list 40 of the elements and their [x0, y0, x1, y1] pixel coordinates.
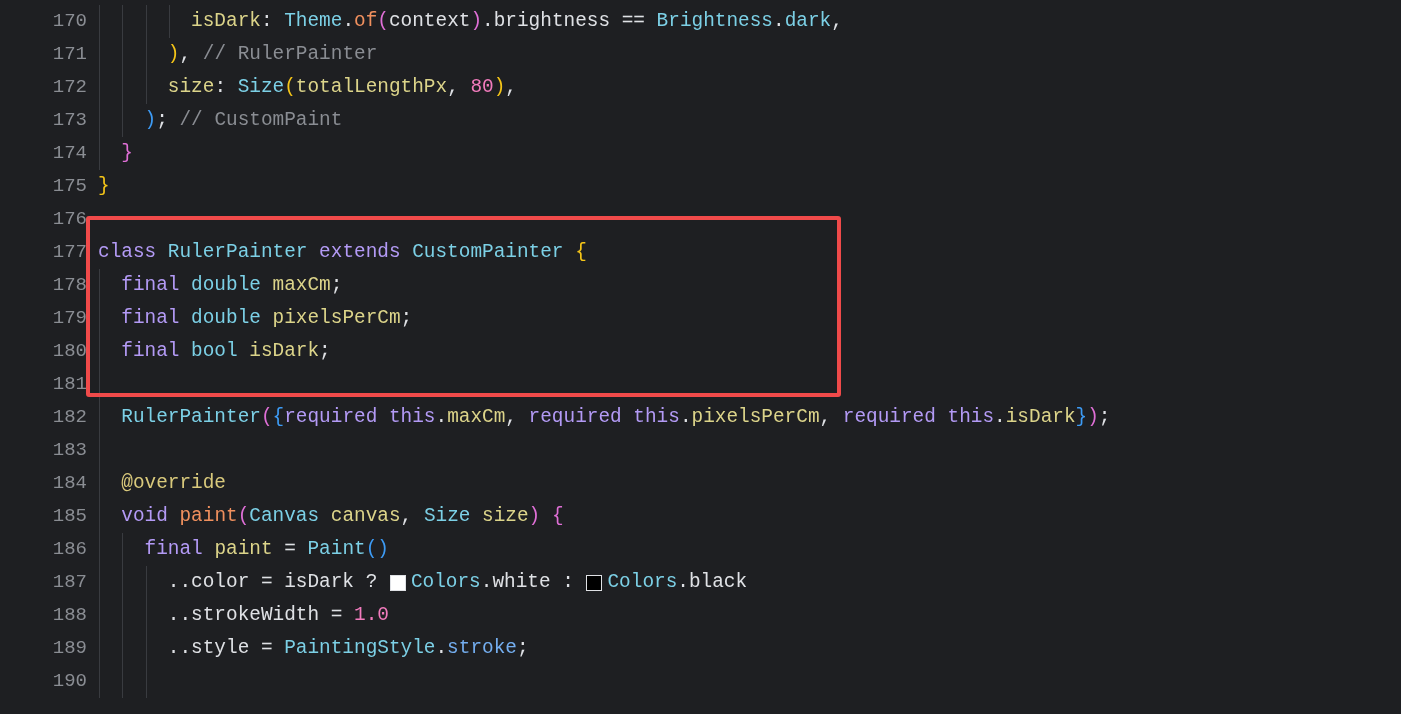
code-text: Colors.black [607, 569, 748, 595]
code-text: Colors.white : [410, 569, 575, 595]
code-line: ..style = PaintingStyle.stroke; [166, 635, 529, 661]
line-number: 178 [51, 273, 87, 299]
line-number: 174 [51, 141, 87, 167]
line-number: 183 [51, 438, 87, 464]
line-number: 175 [51, 174, 87, 200]
code-line: ..strokeWidth = 1.0 [166, 602, 389, 628]
code-line: ); // CustomPaint [143, 107, 343, 133]
line-number: 173 [51, 108, 87, 134]
line-number: 188 [51, 603, 87, 629]
code-line: final double maxCm; [120, 272, 343, 298]
line-number: 170 [51, 9, 87, 35]
code-line: ), // RulerPainter [166, 41, 378, 67]
code-line: RulerPainter({required this.maxCm, required this.pixelsPerCm, required this.isDark}); [120, 404, 1111, 430]
line-number: 179 [51, 306, 87, 332]
code-line: size: Size(totalLengthPx, 80), [166, 74, 517, 100]
code-line: isDark: Theme.of(context).brightness == Brightness.dark, [190, 8, 843, 34]
line-number: 186 [51, 537, 87, 563]
code-line: final paint = Paint() [143, 536, 389, 562]
line-number: 180 [51, 339, 87, 365]
line-number: 176 [51, 207, 87, 233]
line-number: 171 [51, 42, 87, 68]
code-text: ..color = isDark ? [166, 569, 379, 595]
line-number: 190 [51, 669, 87, 695]
code-line: class RulerPainter extends CustomPainter { [98, 239, 587, 265]
code-line: final bool isDark; [120, 338, 331, 364]
line-number: 184 [51, 471, 87, 497]
line-number: 182 [51, 405, 87, 431]
line-number: 185 [51, 504, 87, 530]
code-line: } [98, 173, 110, 199]
line-number: 177 [51, 240, 87, 266]
line-number: 187 [51, 570, 87, 596]
code-line: @override [120, 470, 226, 496]
code-line: } [120, 140, 133, 166]
line-number: 172 [51, 75, 87, 101]
code-line: void paint(Canvas canvas, Size size) { [120, 503, 564, 529]
line-number: 181 [51, 372, 87, 398]
line-number: 189 [51, 636, 87, 662]
code-line: final double pixelsPerCm; [120, 305, 413, 331]
